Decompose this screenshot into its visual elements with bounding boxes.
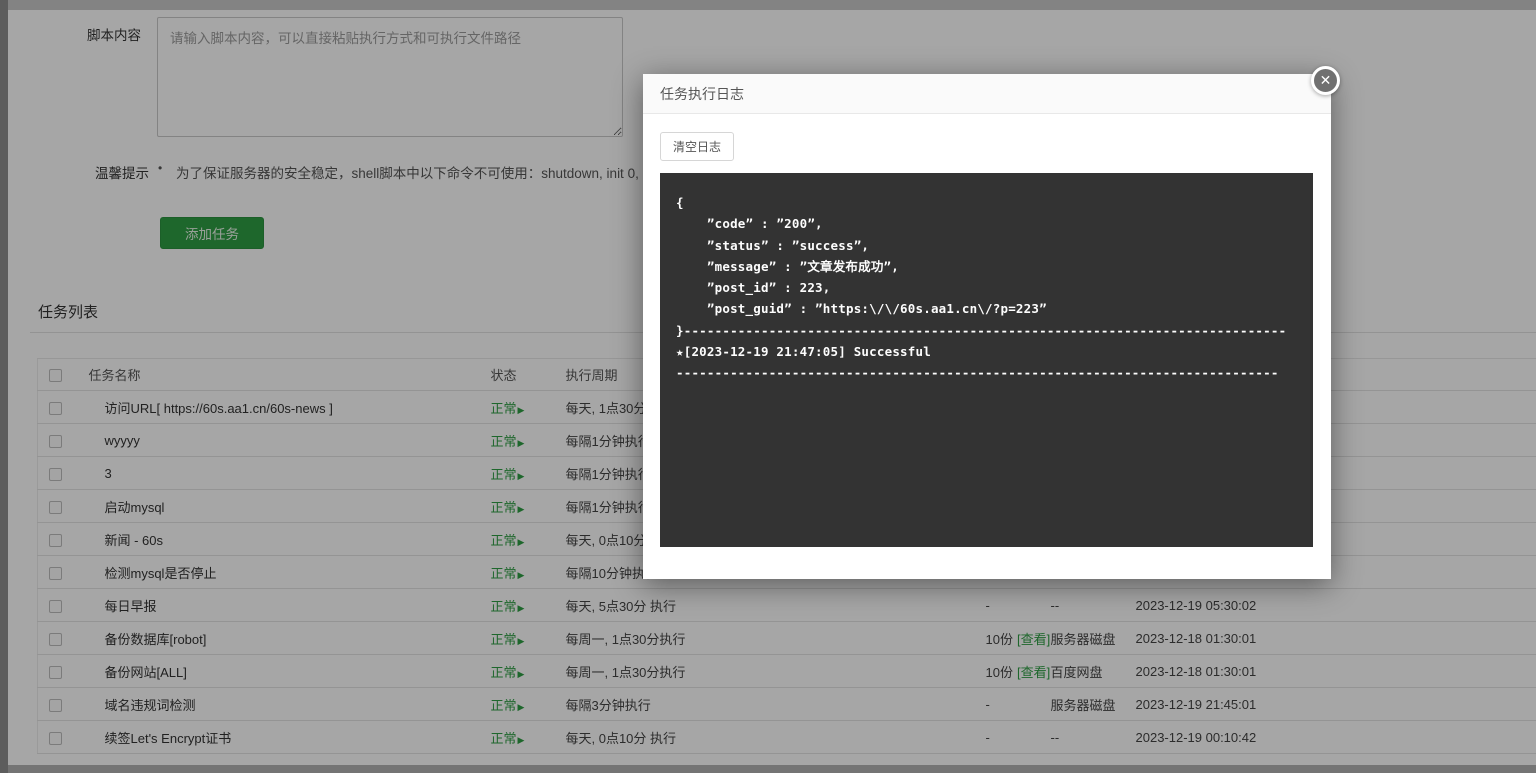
console-log-line: { bbox=[676, 192, 1297, 213]
console-log-line: ----------------------------------------… bbox=[676, 362, 1297, 383]
close-icon[interactable]: ✕ bbox=[1311, 66, 1340, 95]
console-log-line: ”post_id” : 223, bbox=[676, 277, 1297, 298]
modal-title: 任务执行日志 bbox=[643, 74, 1331, 114]
console-log-line: ”message” : ”文章发布成功”, bbox=[676, 256, 1297, 277]
task-log-modal: 任务执行日志 清空日志 { ”code” : ”200”, ”status” :… bbox=[643, 74, 1331, 579]
console-log-line: ”status” : ”success”, bbox=[676, 235, 1297, 256]
log-console: { ”code” : ”200”, ”status” : ”success”, … bbox=[660, 173, 1313, 547]
clear-log-button[interactable]: 清空日志 bbox=[660, 132, 734, 161]
console-log-line: ★[2023-12-19 21:47:05] Successful bbox=[676, 341, 1297, 362]
console-log-line: ”post_guid” : ”https:\/\/60s.aa1.cn\/?p=… bbox=[676, 298, 1297, 319]
console-log-line: ”code” : ”200”, bbox=[676, 213, 1297, 234]
console-log-line: }---------------------------------------… bbox=[676, 320, 1297, 341]
